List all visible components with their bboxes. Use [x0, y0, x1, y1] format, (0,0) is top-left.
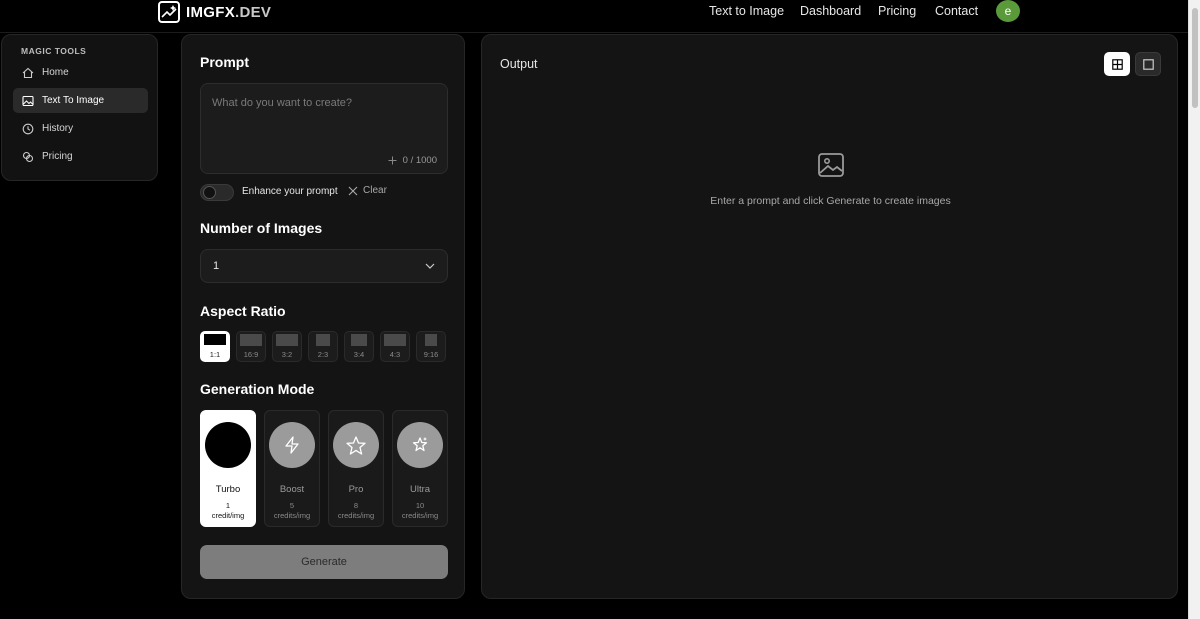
enhance-prompt-toggle[interactable] — [200, 184, 234, 201]
ratio-shape — [204, 334, 226, 345]
square-icon — [1142, 58, 1154, 70]
sidebar-item-label: Text To Image — [42, 95, 105, 106]
nav-link-contact[interactable]: Contact — [935, 4, 978, 18]
mode-credits: 10 credits/img — [401, 501, 439, 520]
coins-icon — [22, 151, 34, 162]
mode-name: Pro — [348, 484, 364, 495]
ratio-shape — [425, 334, 437, 346]
output-panel: Output Enter a prompt and click Generate… — [481, 34, 1178, 599]
ratio-label: 4:3 — [389, 350, 401, 359]
sidebar-item-label: Pricing — [42, 151, 73, 162]
generation-settings-panel: Prompt 0 / 1000 Enhance your prompt Clea… — [181, 34, 465, 599]
brand-logo[interactable]: IMGFX.DEV — [158, 0, 271, 24]
prompt-title: Prompt — [200, 54, 249, 70]
ratio-1-1[interactable]: 1:1 — [200, 331, 230, 362]
sidebar-item-history[interactable]: History — [13, 116, 148, 141]
clock-icon — [22, 123, 34, 134]
ratio-shape — [384, 334, 406, 346]
sidebar: MAGIC TOOLS Home Text To Image History P… — [1, 34, 158, 181]
brand-name: IMGFX.DEV — [186, 3, 272, 21]
generation-mode-title: Generation Mode — [200, 381, 315, 397]
number-of-images-select[interactable]: 1 — [200, 249, 448, 283]
mode-pro[interactable]: Pro 8 credits/img — [328, 410, 384, 527]
ratio-shape — [240, 334, 262, 346]
mode-ultra[interactable]: Ultra 10 credits/img — [392, 410, 448, 527]
page-scrollbar[interactable] — [1188, 0, 1200, 619]
mode-name: Turbo — [215, 484, 241, 495]
ratio-shape — [316, 334, 330, 346]
sidebar-item-label: History — [42, 123, 74, 134]
ratio-label: 3:4 — [353, 350, 365, 359]
chevron-down-icon — [425, 263, 435, 269]
ratio-label: 16:9 — [243, 350, 259, 359]
turbo-icon — [205, 422, 251, 468]
generation-mode-options: Turbo 1 credit/img Boost 5 credits/img Pro… — [200, 410, 448, 527]
ratio-2-3[interactable]: 2:3 — [308, 331, 338, 362]
mode-name: Ultra — [409, 484, 431, 495]
number-of-images-title: Number of Images — [200, 220, 323, 236]
mode-credits: 5 credits/img — [273, 501, 311, 520]
grid-view-button[interactable] — [1104, 52, 1130, 76]
nav-link-pricing[interactable]: Pricing — [878, 4, 916, 18]
home-icon — [22, 67, 34, 78]
enhance-prompt-label: Enhance your prompt — [242, 186, 338, 197]
empty-state-message: Enter a prompt and click Generate to cre… — [710, 195, 951, 207]
selected-value: 1 — [213, 260, 220, 272]
sidebar-item-label: Home — [42, 67, 69, 78]
close-icon — [348, 186, 358, 195]
ratio-3-2[interactable]: 3:2 — [272, 331, 302, 362]
ratio-16-9[interactable]: 16:9 — [236, 331, 266, 362]
ratio-shape — [276, 334, 298, 346]
ratio-label: 1:1 — [209, 350, 221, 359]
mode-boost[interactable]: Boost 5 credits/img — [264, 410, 320, 527]
logo-icon — [158, 1, 180, 23]
ratio-3-4[interactable]: 3:4 — [344, 331, 374, 362]
image-icon — [22, 95, 34, 106]
clear-label: Clear — [363, 185, 387, 196]
prompt-input[interactable] — [201, 84, 447, 154]
nav-link-text-to-image[interactable]: Text to Image — [709, 4, 784, 18]
mode-turbo[interactable]: Turbo 1 credit/img — [200, 410, 256, 527]
image-placeholder-icon — [818, 153, 844, 177]
ratio-label: 3:2 — [281, 350, 293, 359]
top-nav-bar: IMGFX.DEV Text to Image Dashboard Pricin… — [0, 0, 1188, 33]
lightning-icon — [269, 422, 315, 468]
sidebar-heading: MAGIC TOOLS — [21, 46, 87, 56]
grid-icon — [1111, 58, 1123, 70]
star-icon — [333, 422, 379, 468]
aspect-ratio-options: 1:1 16:9 3:2 2:3 3:4 4:3 9:16 — [200, 331, 446, 362]
ratio-label: 2:3 — [317, 350, 329, 359]
clear-button[interactable]: Clear — [348, 185, 387, 196]
ratio-9-16[interactable]: 9:16 — [416, 331, 446, 362]
mode-credits: 8 credits/img — [337, 501, 375, 520]
generate-button[interactable]: Generate — [200, 545, 448, 579]
nav-link-dashboard[interactable]: Dashboard — [800, 4, 861, 18]
sidebar-item-text-to-image[interactable]: Text To Image — [13, 88, 148, 113]
prompt-counter: 0 / 1000 — [388, 155, 437, 166]
mode-name: Boost — [279, 484, 305, 495]
toggle-knob — [203, 186, 216, 199]
ratio-shape — [351, 334, 367, 346]
plus-icon[interactable] — [388, 156, 397, 165]
prompt-box: 0 / 1000 — [200, 83, 448, 174]
character-count: 0 / 1000 — [402, 155, 437, 166]
sparkle-star-icon — [397, 422, 443, 468]
single-view-button[interactable] — [1135, 52, 1161, 76]
ratio-label: 9:16 — [423, 350, 439, 359]
aspect-ratio-title: Aspect Ratio — [200, 303, 286, 319]
scrollbar-thumb[interactable] — [1192, 8, 1198, 108]
sidebar-item-home[interactable]: Home — [13, 60, 148, 85]
output-title: Output — [500, 57, 538, 71]
mode-credits: 1 credit/img — [211, 501, 245, 520]
ratio-4-3[interactable]: 4:3 — [380, 331, 410, 362]
user-avatar[interactable]: e — [996, 0, 1020, 22]
sidebar-item-pricing[interactable]: Pricing — [13, 144, 148, 169]
